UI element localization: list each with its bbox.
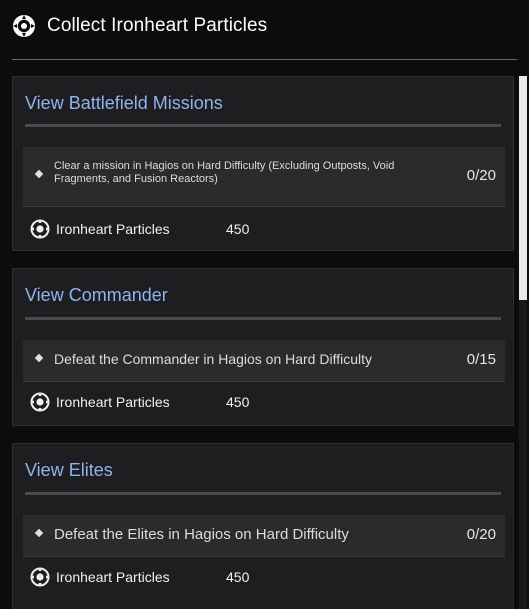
- scrollbar-thumb[interactable]: [519, 76, 527, 300]
- ironheart-particle-icon: [30, 219, 50, 239]
- mission-description: Defeat the Commander in Hagios on Hard D…: [54, 351, 373, 367]
- mission-progress: 0/20: [466, 167, 496, 184]
- mission-row: Defeat the Commander in Hagios on Hard D…: [23, 340, 505, 382]
- reward-amount: 450: [226, 394, 250, 410]
- reward-name: Ironheart Particles: [56, 221, 170, 237]
- mission-description: Defeat the Elites in Hagios on Hard Diff…: [54, 526, 349, 543]
- particle-icon: [13, 15, 35, 37]
- card-divider: [25, 492, 501, 495]
- ironheart-particle-icon: [30, 392, 50, 412]
- reward-row: Ironheart Particles 450: [23, 208, 505, 250]
- reward-name: Ironheart Particles: [56, 394, 170, 410]
- mission-list: View Battlefield Missions Clear a missio…: [12, 60, 517, 609]
- card-divider: [25, 317, 501, 320]
- reward-amount: 450: [226, 569, 250, 585]
- card-divider: [25, 124, 501, 127]
- mission-card-elites: View Elites Defeat the Elites in Hagios …: [12, 443, 514, 609]
- mission-row: Defeat the Elites in Hagios on Hard Diff…: [23, 515, 505, 557]
- mission-row: Clear a mission in Hagios on Hard Diffic…: [23, 147, 505, 207]
- ironheart-particle-icon: [30, 567, 50, 587]
- mission-progress: 0/20: [466, 526, 496, 543]
- view-commander-link[interactable]: View Commander: [25, 285, 168, 306]
- bullet-icon: [34, 169, 44, 179]
- view-elites-link[interactable]: View Elites: [25, 460, 113, 481]
- mission-card-commander: View Commander Defeat the Commander in H…: [12, 268, 514, 426]
- reward-name: Ironheart Particles: [56, 569, 170, 585]
- bullet-icon: [34, 353, 44, 363]
- mission-description: Clear a mission in Hagios on Hard Diffic…: [54, 160, 395, 185]
- reward-row: Ironheart Particles 450: [23, 558, 505, 598]
- mission-progress: 0/15: [466, 351, 496, 368]
- bullet-icon: [34, 528, 44, 538]
- reward-amount: 450: [226, 221, 250, 237]
- mission-card-battlefield: View Battlefield Missions Clear a missio…: [12, 76, 514, 251]
- view-battlefield-missions-link[interactable]: View Battlefield Missions: [25, 93, 223, 114]
- panel-header: Collect Ironheart Particles: [0, 0, 529, 52]
- page-title: Collect Ironheart Particles: [47, 15, 268, 36]
- reward-row: Ironheart Particles 450: [23, 383, 505, 423]
